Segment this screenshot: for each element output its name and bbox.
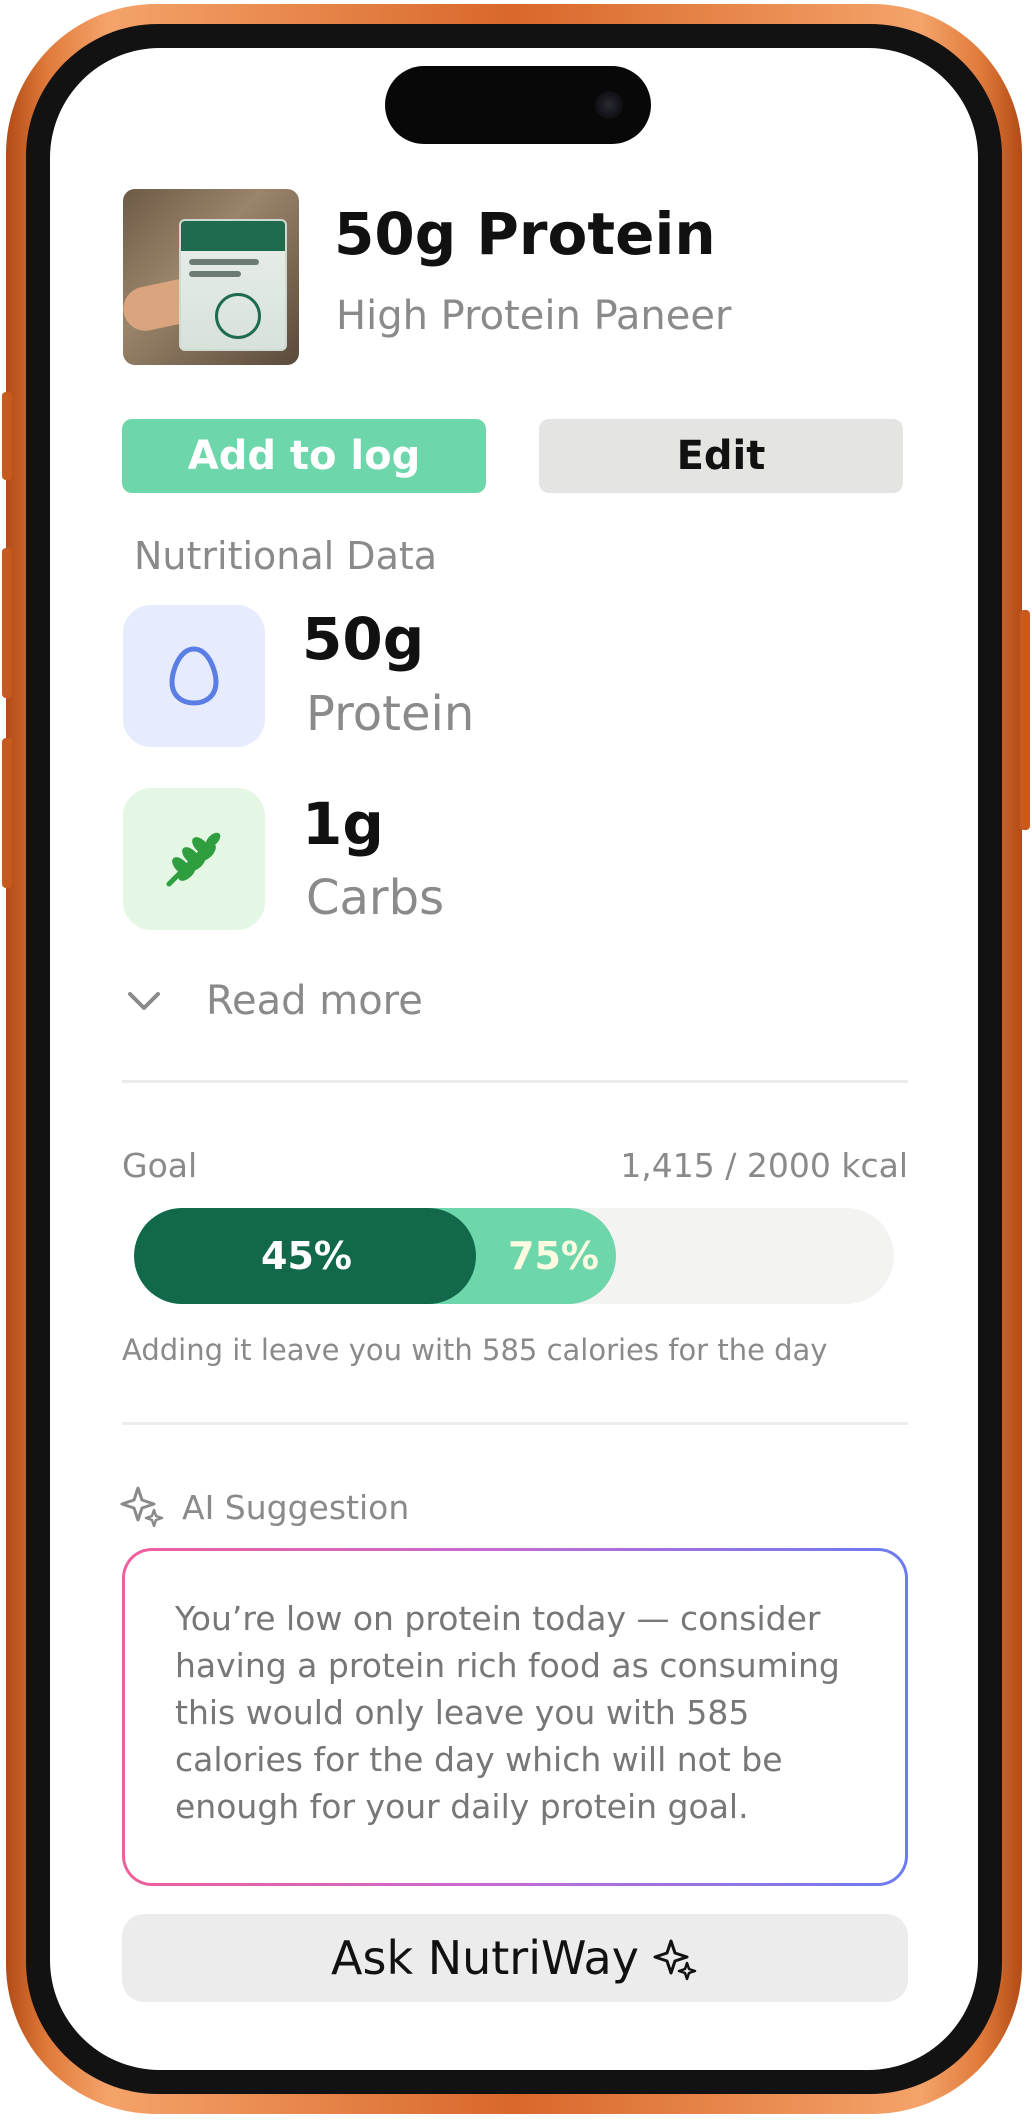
projected-percent-label: 75%: [508, 1234, 599, 1278]
nutritional-data-heading: Nutritional Data: [134, 534, 438, 578]
edit-button[interactable]: Edit: [539, 419, 903, 493]
sparkle-icon: [653, 1939, 697, 1981]
ai-suggestion-card: You’re low on protein today — consider h…: [122, 1548, 908, 1886]
read-more-toggle[interactable]: Read more: [126, 978, 423, 1024]
wheat-icon: [166, 832, 221, 887]
product-title: 50g Protein: [334, 200, 716, 268]
ai-suggestion-heading: AI Suggestion: [182, 1487, 410, 1527]
ask-nutriway-label: Ask NutriWay: [331, 1931, 639, 1985]
ask-nutriway-button[interactable]: Ask NutriWay: [122, 1914, 908, 2002]
dynamic-island: [385, 66, 651, 144]
divider: [122, 1422, 908, 1425]
action-button: [2, 392, 12, 480]
protein-label: Protein: [306, 686, 475, 742]
protein-tile: [123, 605, 265, 747]
product-subtitle: High Protein Paneer: [336, 293, 732, 339]
camera-icon: [595, 91, 623, 119]
goal-kcal-value: 1,415 / 2000 kcal: [620, 1146, 908, 1185]
divider: [122, 1080, 908, 1083]
power-button: [1020, 610, 1030, 830]
ai-suggestion-text: You’re low on protein today — consider h…: [125, 1551, 905, 1883]
goal-note: Adding it leave you with 585 calories fo…: [122, 1333, 828, 1367]
carbs-value: 1g: [302, 790, 384, 858]
carbs-label: Carbs: [306, 870, 445, 926]
chevron-down-icon: [128, 992, 160, 1010]
read-more-label: Read more: [206, 978, 423, 1024]
goal-progress-bar: 45% 75%: [134, 1208, 894, 1304]
product-thumbnail: [123, 189, 299, 365]
volume-up-button: [2, 548, 12, 698]
volume-down-button: [2, 738, 12, 888]
goal-label: Goal: [122, 1146, 198, 1185]
current-percent-label: 45%: [261, 1234, 352, 1278]
carbs-tile: [123, 788, 265, 930]
add-to-log-button[interactable]: Add to log: [122, 419, 486, 493]
sparkle-icon: [120, 1486, 164, 1528]
protein-value: 50g: [302, 605, 425, 673]
egg-icon: [169, 646, 219, 706]
ai-suggestion-header: AI Suggestion: [120, 1484, 409, 1530]
